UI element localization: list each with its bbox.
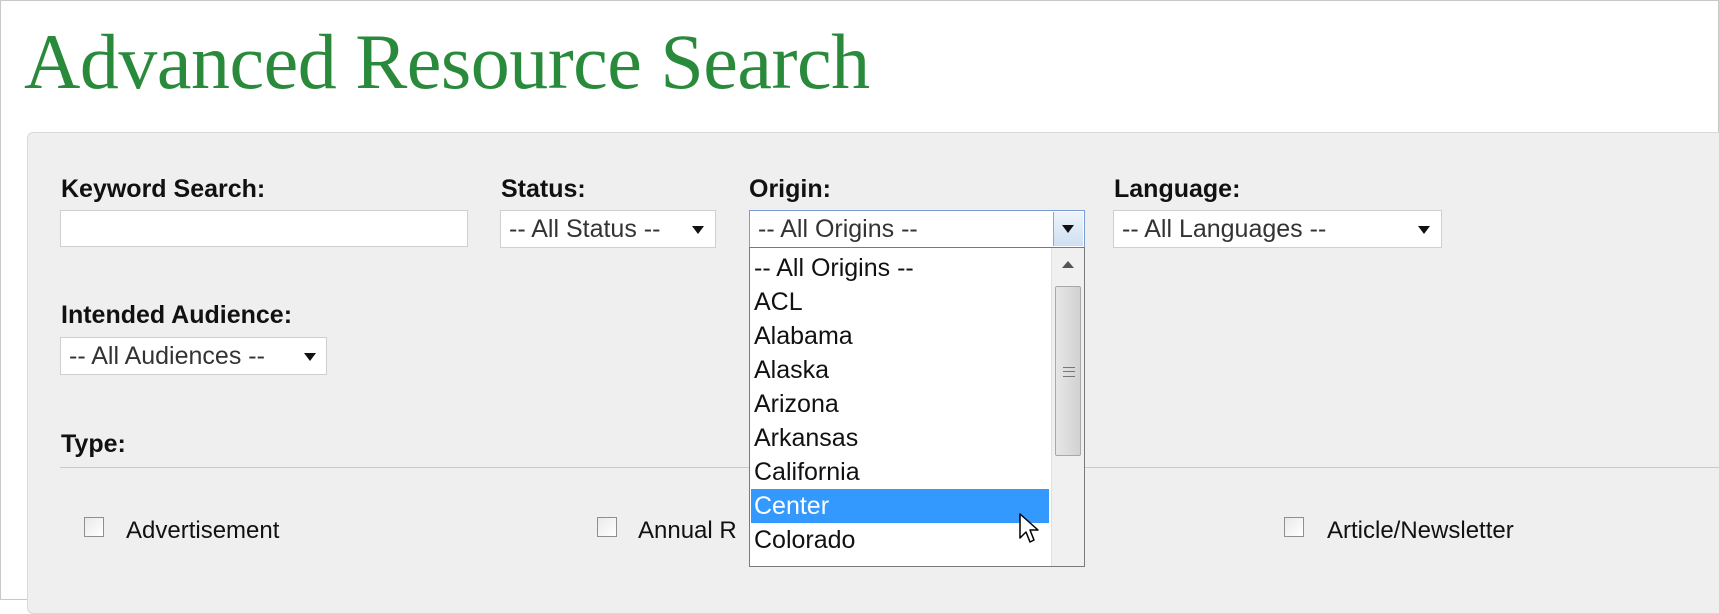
status-select-value: -- All Status -- [509,215,661,243]
dropdown-scrollbar[interactable] [1051,248,1084,566]
origin-option[interactable]: -- All Origins -- [751,251,1049,285]
page-title: Advanced Resource Search [24,18,870,105]
language-select-value: -- All Languages -- [1122,215,1327,243]
origin-option[interactable]: Colorado [751,523,1049,557]
status-select[interactable]: -- All Status -- [500,210,716,248]
origin-option[interactable]: Arizona [751,387,1049,421]
origin-option[interactable]: Arkansas [751,421,1049,455]
audience-select-value: -- All Audiences -- [69,342,265,370]
chevron-down-icon [1062,225,1074,233]
keyword-label: Keyword Search: [61,175,266,203]
status-label: Status: [501,175,586,203]
origin-select-value: -- All Origins -- [758,215,918,243]
audience-select[interactable]: -- All Audiences -- [60,337,327,375]
mouse-cursor-icon [1019,513,1039,543]
checkbox-label-advertisement: Advertisement [126,517,280,544]
scrollbar-thumb[interactable] [1055,286,1081,456]
origin-option[interactable]: California [751,455,1049,489]
keyword-input[interactable] [60,210,468,247]
chevron-down-icon [304,353,316,361]
checkbox-label-article-newsletter: Article/Newsletter [1327,517,1514,544]
origin-label: Origin: [749,175,831,203]
chevron-down-icon [692,226,704,234]
origin-option[interactable]: Alabama [751,319,1049,353]
checkbox-article-newsletter[interactable] [1284,517,1304,537]
grip-icon [1063,367,1075,377]
origin-option[interactable]: Alaska [751,353,1049,387]
language-label: Language: [1114,175,1241,203]
origin-option[interactable]: ACL [751,285,1049,319]
checkbox-label-annual-report: Annual R [638,517,737,544]
audience-label: Intended Audience: [61,301,293,329]
dropdown-button[interactable] [1053,212,1083,246]
checkbox-advertisement[interactable] [84,517,104,537]
origin-option-highlighted[interactable]: Center [751,489,1049,523]
type-label: Type: [61,430,126,458]
scroll-up-icon[interactable] [1062,261,1074,268]
origin-select[interactable]: -- All Origins -- [749,210,1085,248]
checkbox-annual-report[interactable] [597,517,617,537]
chevron-down-icon [1418,226,1430,234]
language-select[interactable]: -- All Languages -- [1113,210,1442,248]
